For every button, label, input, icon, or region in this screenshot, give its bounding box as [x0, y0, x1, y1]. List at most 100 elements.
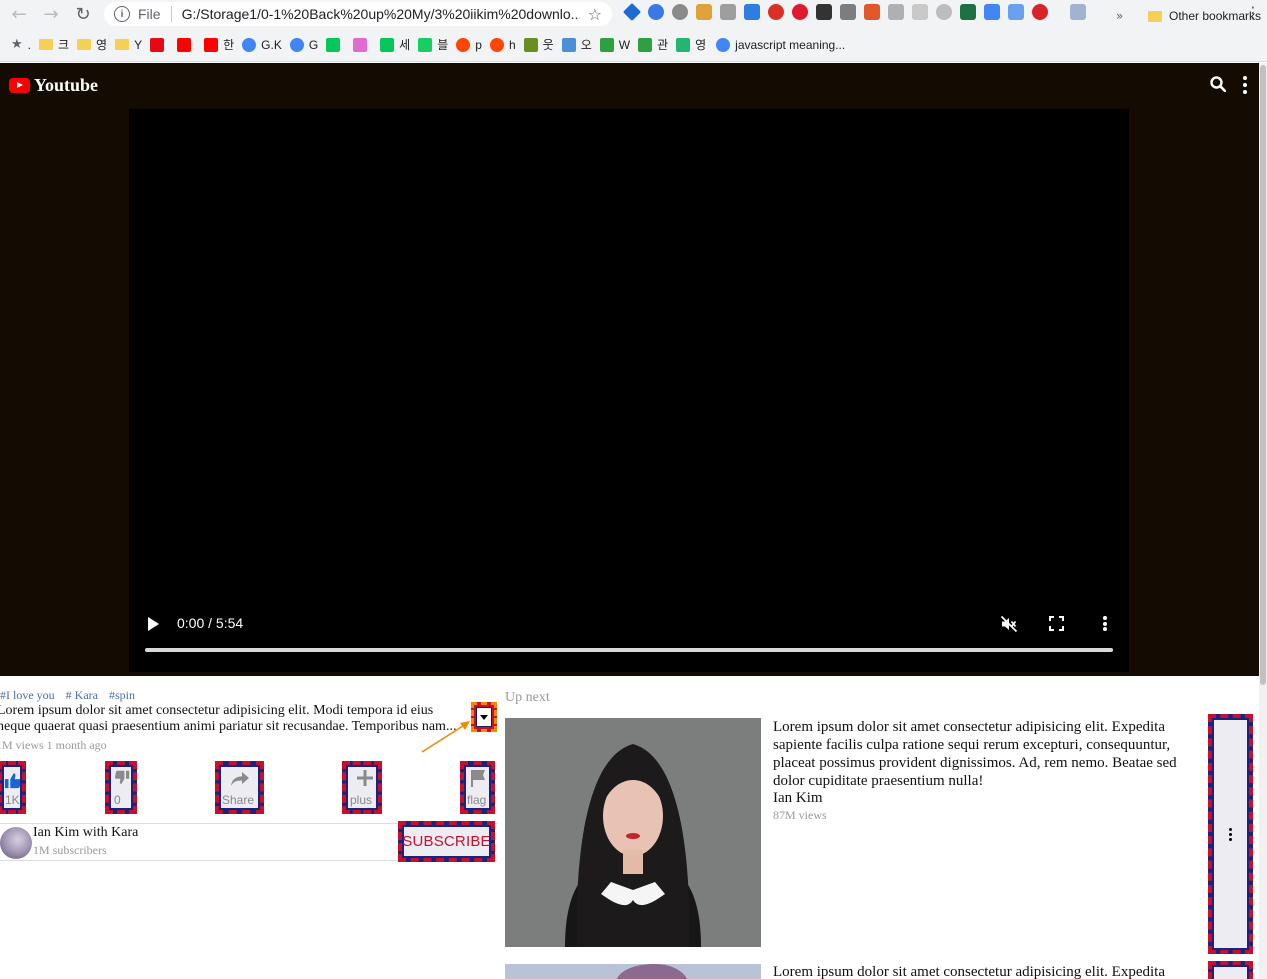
bookmark-item[interactable]: Y [115, 38, 142, 52]
google-icon [289, 37, 304, 52]
related-video-menu-button[interactable] [1208, 961, 1253, 979]
bookmark-item[interactable] [150, 37, 169, 52]
extension-font-icon[interactable] [816, 4, 832, 20]
channel-avatar[interactable] [0, 827, 32, 859]
info-icon[interactable]: i [114, 6, 130, 22]
related-video-description[interactable]: Lorem ipsum dolor sit amet consectetur a… [773, 963, 1207, 979]
site-title[interactable]: Youtube [34, 75, 98, 96]
bookmark-item[interactable]: 영 [77, 36, 107, 53]
scrollbar-thumb[interactable] [1260, 65, 1266, 685]
subscriber-count: 1M subscribers [33, 843, 107, 857]
bookmark-item[interactable]: 영 [676, 36, 706, 53]
extension-excel-icon[interactable] [960, 4, 976, 20]
forward-arrow-icon[interactable]: → [38, 1, 64, 27]
bookmark-item[interactable]: h [489, 37, 516, 52]
thumbs-down-icon [114, 770, 130, 784]
bookmark-item[interactable]: 웃 [523, 36, 554, 53]
bookmark-label: 웃 [542, 38, 554, 52]
extension-translate-icon[interactable] [984, 4, 1000, 20]
reload-icon[interactable]: ↻ [70, 1, 96, 27]
back-arrow-icon[interactable]: ← [6, 1, 32, 27]
bookmark-item[interactable]: javascript meaning... [716, 37, 845, 52]
hashtag-list: #I love you # Kara #spin [0, 688, 135, 703]
extension-opera-icon[interactable] [792, 4, 808, 20]
bookmark-item[interactable]: 크 [39, 36, 69, 53]
address-bar[interactable]: i File G:/Storage1/0-1%20Back%20up%20My/… [104, 2, 612, 26]
related-video-author[interactable]: Ian Kim [773, 790, 823, 807]
bookmark-item[interactable]: W [599, 37, 630, 52]
bookmark-item[interactable]: 한 [204, 36, 234, 53]
video-progress-bar[interactable] [145, 648, 1113, 652]
related-video-thumbnail[interactable] [505, 964, 761, 979]
bookmark-item[interactable]: 오 [561, 36, 592, 53]
extension-block-icon[interactable] [768, 4, 784, 20]
flag-icon [471, 770, 485, 787]
bookmark-item[interactable]: G.K [242, 37, 282, 52]
search-icon[interactable] [1210, 76, 1226, 92]
extension-bug-icon[interactable] [672, 4, 688, 20]
bookmark-item[interactable]: 세 [380, 36, 410, 53]
netflix-icon [150, 37, 165, 52]
bookmark-item[interactable]: ★. [11, 37, 31, 52]
flag-label: flag [467, 793, 487, 807]
bookmark-item[interactable]: p [456, 37, 482, 52]
bookmark-item[interactable] [177, 37, 196, 52]
video-player[interactable] [129, 109, 1129, 672]
bookmark-star-icon[interactable]: ☆ [588, 5, 602, 24]
related-video-menu-button[interactable] [1208, 714, 1253, 954]
bookmarks-overflow-button[interactable]: » [1116, 9, 1123, 23]
bookmark-item[interactable]: 블 [418, 36, 448, 53]
hashtag-link[interactable]: #spin [109, 688, 135, 703]
vertical-dots-icon [1229, 827, 1232, 841]
extension-diamond-icon[interactable] [622, 2, 642, 22]
bookmark-label: 관 [657, 38, 669, 52]
play-icon[interactable] [148, 617, 159, 631]
extension-pdf-icon[interactable] [888, 4, 904, 20]
muted-volume-icon[interactable] [1000, 615, 1018, 633]
subscribe-button[interactable]: SUBSCRIBE [398, 821, 495, 862]
fullscreen-icon[interactable] [1049, 616, 1064, 631]
extension-camera-icon[interactable] [720, 4, 736, 20]
description-line: neque quaerat quasi praesentium animi pa… [0, 719, 457, 734]
extension-mouse-icon[interactable] [936, 4, 952, 20]
extension-globe-icon[interactable] [648, 4, 664, 20]
extension-doc-icon[interactable] [1008, 4, 1024, 20]
extension-ghost-icon[interactable] [912, 4, 928, 20]
bookmark-label: 크 [58, 38, 70, 52]
bird-icon [523, 37, 538, 52]
bookmark-item[interactable]: 관 [638, 36, 668, 53]
extension-vivaldi-icon[interactable] [1032, 4, 1048, 20]
leaf-icon [599, 37, 614, 52]
share-button[interactable]: Share [215, 761, 264, 814]
description-line: Lorem ipsum dolor sit amet consectetur a… [0, 703, 434, 718]
extension-pen-icon[interactable] [696, 4, 712, 20]
naver-icon [380, 37, 395, 52]
extension-download-icon[interactable] [744, 4, 760, 20]
related-video-thumbnail[interactable] [505, 718, 761, 947]
extension-office-icon[interactable] [864, 4, 880, 20]
add-to-playlist-button[interactable]: plus [342, 761, 382, 814]
plus-icon [357, 770, 373, 786]
bookmark-item[interactable] [326, 37, 345, 52]
dislike-button[interactable]: 0 [105, 761, 137, 814]
reddit-icon [456, 37, 471, 52]
like-button[interactable]: 1K [0, 761, 26, 814]
bookmark-item[interactable]: G [289, 37, 318, 52]
other-bookmarks-folder[interactable]: Other bookmarks [1148, 9, 1261, 23]
related-video-description[interactable]: Lorem ipsum dolor sit amet consectetur a… [773, 718, 1207, 790]
youtube-logo-icon[interactable] [9, 78, 30, 93]
hashtag-link[interactable]: # Kara [66, 688, 98, 703]
folder-icon [115, 39, 130, 50]
caret-down-icon [480, 714, 488, 720]
up-next-heading: Up next [505, 690, 550, 705]
bookmark-item[interactable] [353, 37, 372, 52]
hashtag-link[interactable]: #I love you [0, 688, 55, 703]
header-menu-icon[interactable] [1241, 76, 1249, 94]
url-text[interactable]: G:/Storage1/0-1%20Back%20up%20My/3%20iik… [182, 6, 580, 22]
extension-profile-icon[interactable] [1070, 4, 1086, 20]
report-button[interactable]: flag [460, 761, 495, 814]
channel-name[interactable]: Ian Kim with Kara [33, 825, 138, 841]
video-options-icon[interactable] [1102, 616, 1107, 631]
bookmark-label: 한 [223, 38, 235, 52]
extension-window-icon[interactable] [840, 4, 856, 20]
